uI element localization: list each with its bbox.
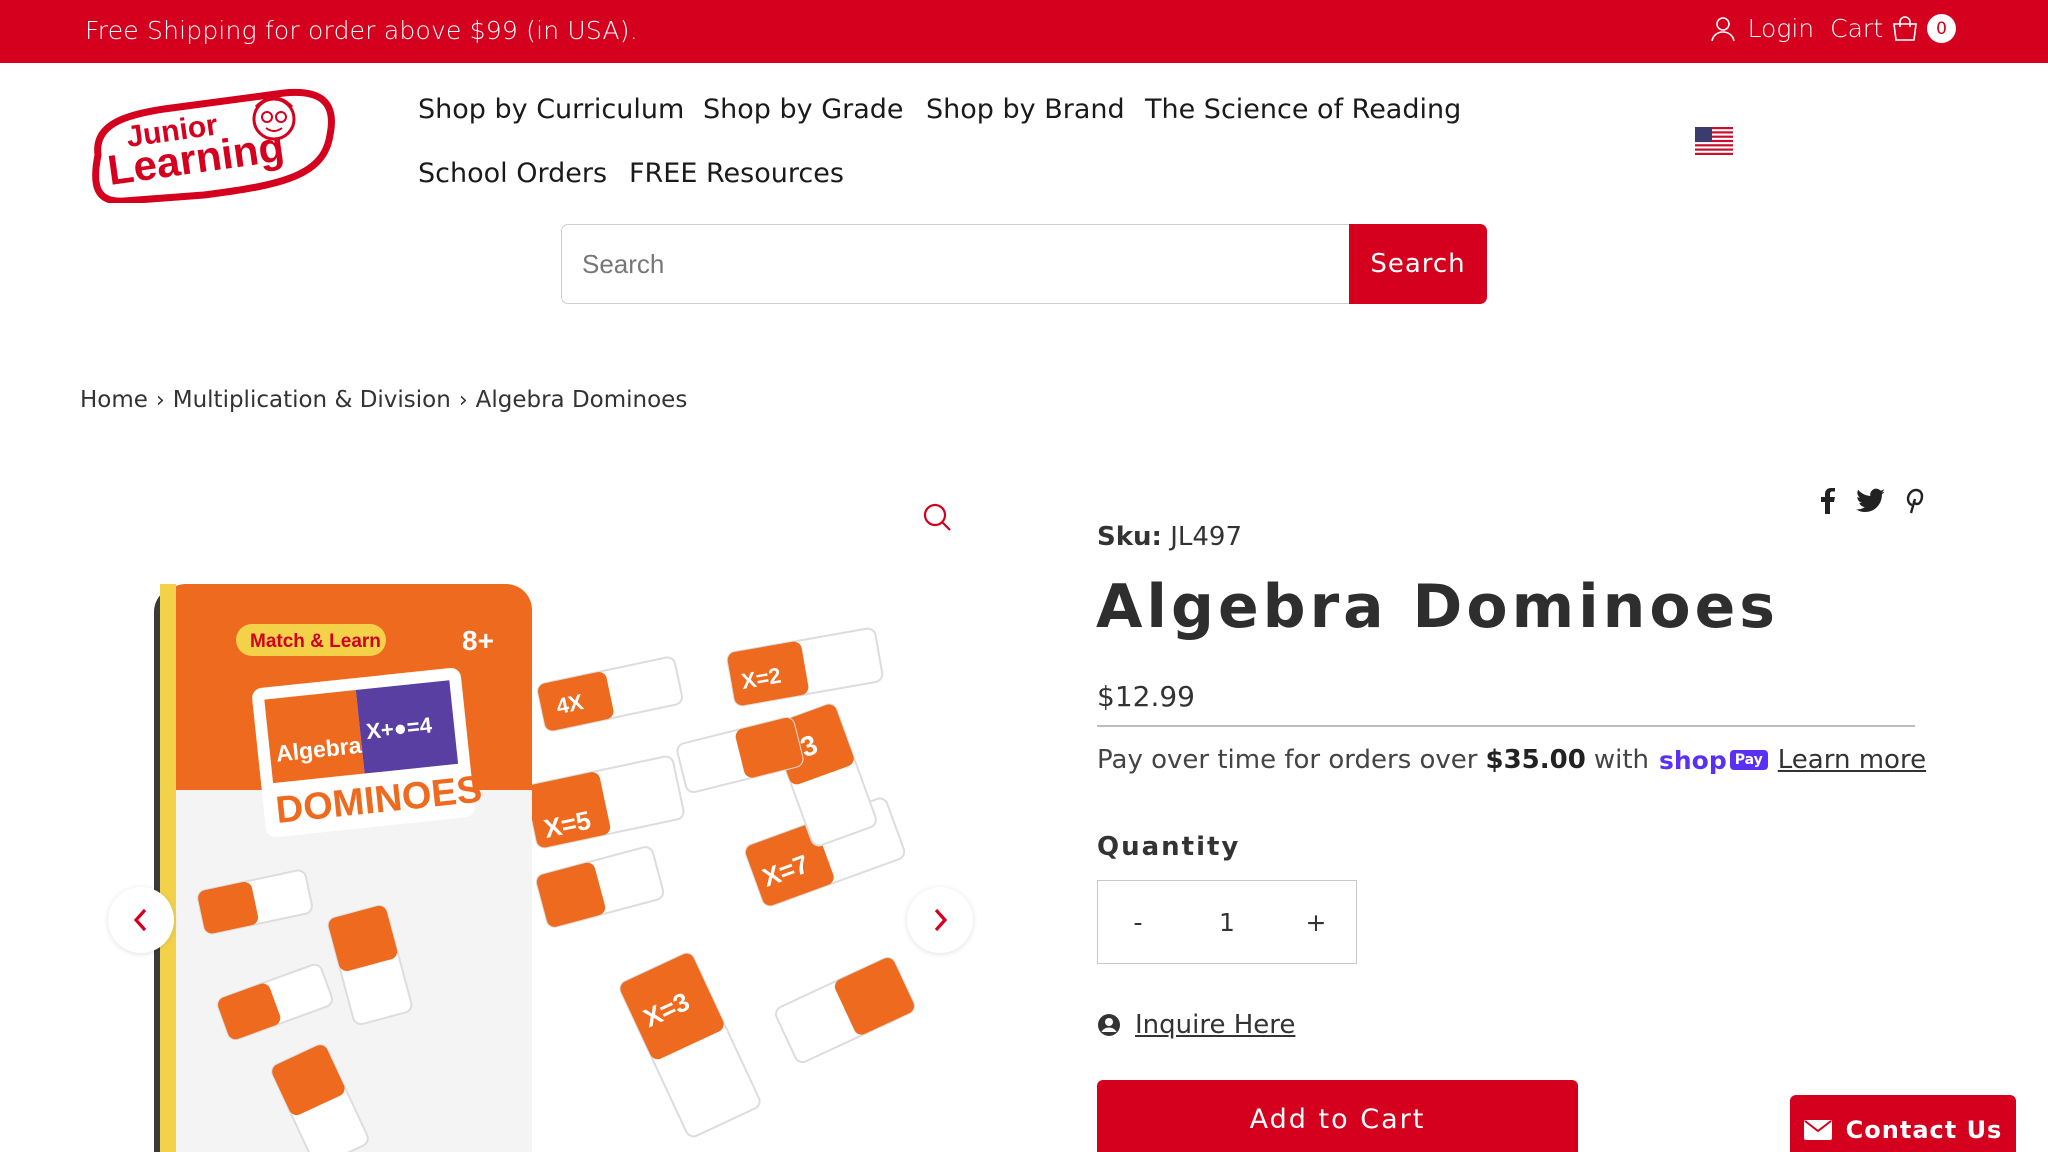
search-button[interactable]: Search bbox=[1349, 224, 1487, 304]
product-sku: Sku: JL497 bbox=[1097, 522, 1242, 552]
carousel-next-button[interactable] bbox=[907, 887, 973, 953]
contact-us-button[interactable]: Contact Us bbox=[1790, 1095, 2016, 1152]
installments-amount: $35.00 bbox=[1485, 745, 1586, 775]
shop-pay-logo: shop Pay bbox=[1659, 746, 1768, 775]
breadcrumb-current: Algebra Dominoes bbox=[475, 387, 688, 413]
price-divider bbox=[1097, 725, 1915, 727]
product-image[interactable]: X=5 X=7 X=2 3 4X X=3 Match & Learn 8+ Al… bbox=[140, 580, 980, 1152]
search-input[interactable] bbox=[561, 224, 1351, 304]
us-flag-icon[interactable] bbox=[1695, 127, 1733, 155]
breadcrumb-home[interactable]: Home bbox=[80, 387, 148, 413]
nav-shop-by-curriculum[interactable]: Shop by Curriculum bbox=[418, 94, 684, 125]
cart-label: Cart bbox=[1830, 14, 1883, 43]
breadcrumb: Home › Multiplication & Division › Algeb… bbox=[80, 387, 687, 413]
nav-shop-by-grade[interactable]: Shop by Grade bbox=[703, 94, 904, 125]
product-price: $12.99 bbox=[1097, 680, 1195, 713]
login-label: Login bbox=[1747, 14, 1815, 43]
carousel-prev-button[interactable] bbox=[108, 887, 174, 953]
twitter-icon[interactable] bbox=[1856, 488, 1886, 518]
learn-more-link[interactable]: Learn more bbox=[1778, 745, 1926, 775]
pinterest-icon[interactable] bbox=[1906, 488, 1924, 518]
inquire-label: Inquire Here bbox=[1135, 1010, 1296, 1040]
svg-text:Match & Learn: Match & Learn bbox=[250, 631, 381, 652]
junior-learning-logo[interactable]: Junior Learning bbox=[84, 85, 340, 205]
zoom-icon[interactable] bbox=[923, 503, 953, 537]
chevron-left-icon bbox=[133, 908, 147, 932]
facebook-icon[interactable] bbox=[1820, 488, 1836, 518]
quantity-value[interactable]: 1 bbox=[1187, 908, 1267, 937]
installments-with: with bbox=[1593, 745, 1649, 775]
chevron-right-icon: › bbox=[458, 387, 468, 413]
add-to-cart-button[interactable]: Add to Cart bbox=[1097, 1080, 1578, 1152]
installments-info: Pay over time for orders over $35.00 wit… bbox=[1097, 745, 1926, 775]
quantity-decrease-button[interactable]: - bbox=[1098, 908, 1178, 937]
quantity-stepper: - 1 + bbox=[1097, 880, 1357, 964]
sku-value: JL497 bbox=[1170, 522, 1242, 552]
svg-text:8+: 8+ bbox=[462, 625, 494, 656]
cart-link[interactable]: Cart 0 bbox=[1830, 14, 1956, 43]
nav-school-orders[interactable]: School Orders bbox=[418, 158, 607, 189]
shipping-promo-text: Free Shipping for order above $99 (in US… bbox=[85, 16, 638, 45]
nav-free-resources[interactable]: FREE Resources bbox=[629, 158, 844, 189]
breadcrumb-category[interactable]: Multiplication & Division bbox=[173, 387, 451, 413]
login-link[interactable]: Login bbox=[1710, 14, 1815, 43]
nav-science-of-reading[interactable]: The Science of Reading bbox=[1145, 94, 1461, 125]
user-circle-icon bbox=[1098, 1014, 1120, 1036]
domino-tiles-illustration: X=5 X=7 X=2 3 4X X=3 bbox=[525, 627, 915, 1138]
envelope-icon bbox=[1803, 1120, 1832, 1140]
add-to-cart-label: Add to Cart bbox=[1249, 1104, 1426, 1135]
quantity-label: Quantity bbox=[1097, 832, 1241, 862]
quantity-increase-button[interactable]: + bbox=[1276, 908, 1356, 937]
chevron-right-icon: › bbox=[155, 387, 165, 413]
product-title: Algebra Dominoes bbox=[1096, 572, 1780, 642]
nav-shop-by-brand[interactable]: Shop by Brand bbox=[926, 94, 1125, 125]
shopping-bag-icon bbox=[1893, 15, 1917, 41]
sku-label: Sku: bbox=[1097, 522, 1162, 552]
logo-graphic: Junior Learning bbox=[92, 88, 335, 205]
chevron-right-icon bbox=[934, 908, 948, 932]
inquire-link[interactable]: Inquire Here bbox=[1097, 1010, 1295, 1040]
top-announcement-bar: Free Shipping for order above $99 (in US… bbox=[0, 0, 2048, 63]
user-icon bbox=[1710, 16, 1735, 41]
social-share bbox=[1820, 488, 1944, 518]
product-box-illustration: Match & Learn 8+ Algebra X+●=4 DOMINOES bbox=[154, 584, 532, 1152]
installments-text: Pay over time for orders over bbox=[1097, 745, 1478, 775]
cart-count-badge: 0 bbox=[1927, 14, 1956, 43]
account-cart-links: Login Cart 0 bbox=[1694, 14, 1956, 43]
contact-us-label: Contact Us bbox=[1845, 1116, 2003, 1144]
